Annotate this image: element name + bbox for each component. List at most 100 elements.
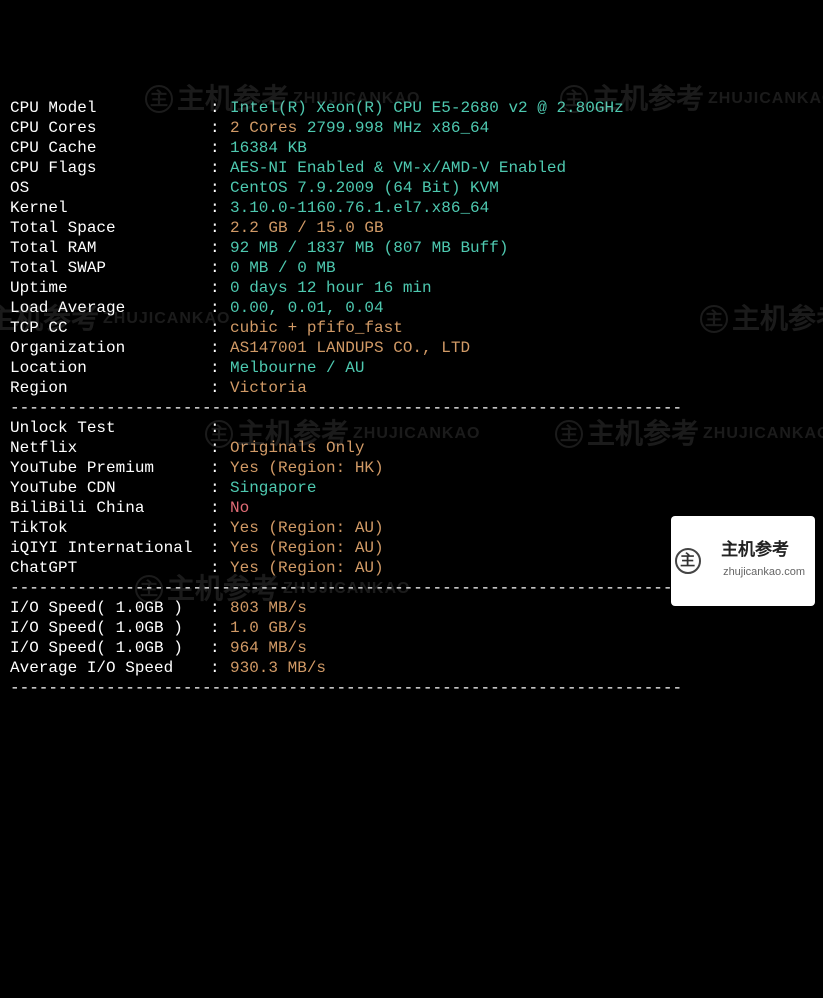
info-row: Region: Victoria	[10, 378, 813, 398]
row-colon: :	[210, 358, 230, 378]
row-value: Melbourne / AU	[230, 359, 364, 377]
row-colon: :	[210, 138, 230, 158]
row-value: No	[230, 499, 249, 517]
info-row: OS: CentOS 7.9.2009 (64 Bit) KVM	[10, 178, 813, 198]
row-value: 803 MB/s	[230, 599, 307, 617]
row-value: 0.00, 0.01, 0.04	[230, 299, 384, 317]
row-colon: :	[210, 98, 230, 118]
row-colon: :	[210, 438, 230, 458]
row-label: I/O Speed( 1.0GB )	[10, 638, 210, 658]
row-label: Total SWAP	[10, 258, 210, 278]
info-row: Total RAM: 92 MB / 1837 MB (807 MB Buff)	[10, 238, 813, 258]
row-colon: :	[210, 618, 230, 638]
row-colon: :	[210, 658, 230, 678]
row-label: CPU Flags	[10, 158, 210, 178]
row-value: 92 MB / 1837 MB (807 MB Buff)	[230, 239, 508, 257]
row-colon: :	[210, 378, 230, 398]
row-label: Netflix	[10, 438, 210, 458]
row-colon: :	[210, 198, 230, 218]
row-value: 1.0 GB/s	[230, 619, 307, 637]
row-label: TikTok	[10, 518, 210, 538]
row-label: I/O Speed( 1.0GB )	[10, 598, 210, 618]
info-row: CPU Model: Intel(R) Xeon(R) CPU E5-2680 …	[10, 98, 813, 118]
info-row: Netflix: Originals Only	[10, 438, 813, 458]
row-value: cubic + pfifo_fast	[230, 319, 403, 337]
row-label: BiliBili China	[10, 498, 210, 518]
row-colon: :	[210, 558, 230, 578]
row-value: Yes (Region: HK)	[230, 459, 384, 477]
row-colon: :	[210, 518, 230, 538]
info-row: I/O Speed( 1.0GB ): 1.0 GB/s	[10, 618, 813, 638]
info-row: CPU Flags: AES-NI Enabled & VM-x/AMD-V E…	[10, 158, 813, 178]
row-value: 0 days 12 hour 16 min	[230, 279, 432, 297]
row-value: 930.3 MB/s	[230, 659, 326, 677]
divider-line: ----------------------------------------…	[10, 398, 813, 418]
row-value: 16384 KB	[230, 139, 307, 157]
row-colon: :	[210, 178, 230, 198]
row-value: 0 MB / 0 MB	[230, 259, 336, 277]
row-value: Yes (Region: AU)	[230, 519, 384, 537]
info-row: Location: Melbourne / AU	[10, 358, 813, 378]
row-label: Average I/O Speed	[10, 658, 210, 678]
row-colon: :	[210, 478, 230, 498]
row-label: ChatGPT	[10, 558, 210, 578]
source-badge: 主 主机参考 zhujicankao.com	[671, 516, 815, 606]
row-value: Victoria	[230, 379, 307, 397]
row-colon: :	[210, 638, 230, 658]
row-colon: :	[210, 338, 230, 358]
info-row: Uptime: 0 days 12 hour 16 min	[10, 278, 813, 298]
info-row: YouTube CDN: Singapore	[10, 478, 813, 498]
row-colon: :	[210, 498, 230, 518]
badge-icon: 主	[675, 548, 701, 574]
row-value: 2 Cores	[230, 119, 297, 137]
info-row: Total SWAP: 0 MB / 0 MB	[10, 258, 813, 278]
row-label: CPU Cores	[10, 118, 210, 138]
row-value: 964 MB/s	[230, 639, 307, 657]
info-row: Kernel: 3.10.0-1160.76.1.el7.x86_64	[10, 198, 813, 218]
badge-title: 主机参考	[721, 540, 789, 559]
row-label: Total RAM	[10, 238, 210, 258]
row-value: Singapore	[230, 479, 316, 497]
row-value: Yes (Region: AU)	[230, 539, 384, 557]
row-label: Total Space	[10, 218, 210, 238]
row-value: CentOS 7.9.2009 (64 Bit) KVM	[230, 179, 499, 197]
info-row: Unlock Test:	[10, 418, 813, 438]
info-row: TCP CC: cubic + pfifo_fast	[10, 318, 813, 338]
row-colon: :	[210, 298, 230, 318]
row-value: 2.2 GB / 15.0 GB	[230, 219, 384, 237]
row-label: CPU Cache	[10, 138, 210, 158]
row-colon: :	[210, 258, 230, 278]
row-colon: :	[210, 118, 230, 138]
row-colon: :	[210, 418, 230, 438]
row-label: I/O Speed( 1.0GB )	[10, 618, 210, 638]
row-label: Organization	[10, 338, 210, 358]
info-row: Total Space: 2.2 GB / 15.0 GB	[10, 218, 813, 238]
row-value: AS147001 LANDUPS CO., LTD	[230, 339, 470, 357]
row-label: YouTube Premium	[10, 458, 210, 478]
info-row: Average I/O Speed: 930.3 MB/s	[10, 658, 813, 678]
row-label: Load Average	[10, 298, 210, 318]
info-row: BiliBili China: No	[10, 498, 813, 518]
info-row: CPU Cores: 2 Cores 2799.998 MHz x86_64	[10, 118, 813, 138]
row-colon: :	[210, 238, 230, 258]
row-value: 2799.998 MHz x86_64	[297, 119, 489, 137]
divider-line: ----------------------------------------…	[10, 678, 813, 698]
row-label: OS	[10, 178, 210, 198]
row-label: Location	[10, 358, 210, 378]
info-row: Organization: AS147001 LANDUPS CO., LTD	[10, 338, 813, 358]
row-value: Yes (Region: AU)	[230, 559, 384, 577]
row-colon: :	[210, 278, 230, 298]
row-label: Region	[10, 378, 210, 398]
row-label: Uptime	[10, 278, 210, 298]
row-label: Unlock Test	[10, 418, 210, 438]
row-colon: :	[210, 538, 230, 558]
info-row: YouTube Premium: Yes (Region: HK)	[10, 458, 813, 478]
row-label: CPU Model	[10, 98, 210, 118]
terminal-output: CPU Model: Intel(R) Xeon(R) CPU E5-2680 …	[10, 98, 813, 698]
row-colon: :	[210, 318, 230, 338]
row-label: YouTube CDN	[10, 478, 210, 498]
row-value: AES-NI Enabled & VM-x/AMD-V Enabled	[230, 159, 566, 177]
info-row: CPU Cache: 16384 KB	[10, 138, 813, 158]
row-colon: :	[210, 458, 230, 478]
row-value: Originals Only	[230, 439, 364, 457]
